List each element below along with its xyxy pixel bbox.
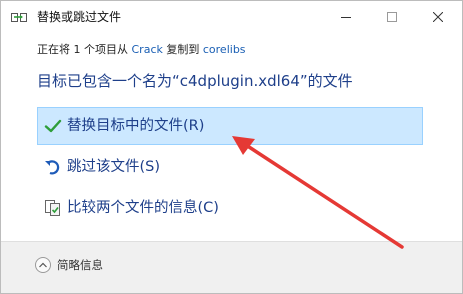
replace-or-skip-dialog: 替换或跳过文件 正在将 1 个项目从 Crack 复制到 corelibs 目标… bbox=[0, 0, 463, 294]
window-title: 替换或跳过文件 bbox=[37, 10, 122, 24]
close-button[interactable] bbox=[415, 1, 461, 31]
compare-files-icon bbox=[44, 199, 62, 217]
skip-option-label: 跳过该文件(S) bbox=[67, 159, 161, 175]
destination-folder-link[interactable]: corelibs bbox=[203, 43, 246, 56]
copy-info: 正在将 1 个项目从 Crack 复制到 corelibs bbox=[37, 42, 246, 57]
conflict-heading: 目标已包含一个名为“c4dplugin.xdl64”的文件 bbox=[37, 72, 353, 90]
title-bar[interactable]: 替换或跳过文件 bbox=[1, 1, 462, 33]
compare-option-label: 比较两个文件的信息(C) bbox=[67, 200, 219, 216]
fewer-details-label: 简略信息 bbox=[57, 258, 103, 272]
replace-option[interactable]: 替换目标中的文件(R) bbox=[37, 107, 423, 145]
skip-option[interactable]: 跳过该文件(S) bbox=[37, 148, 423, 186]
source-folder-link[interactable]: Crack bbox=[132, 43, 163, 56]
fewer-details-button[interactable]: 简略信息 bbox=[35, 257, 103, 273]
info-middle: 复制到 bbox=[162, 43, 203, 56]
info-prefix: 正在将 1 个项目从 bbox=[37, 43, 132, 56]
check-icon bbox=[44, 117, 62, 135]
compare-option[interactable]: 比较两个文件的信息(C) bbox=[37, 189, 423, 227]
maximize-button[interactable] bbox=[369, 1, 415, 31]
skip-icon bbox=[44, 158, 62, 176]
replace-option-label: 替换目标中的文件(R) bbox=[67, 118, 205, 134]
copy-file-icon bbox=[11, 10, 27, 24]
minimize-icon bbox=[341, 7, 351, 26]
minimize-button[interactable] bbox=[323, 1, 369, 31]
dialog-footer: 简略信息 bbox=[1, 241, 462, 293]
close-icon bbox=[432, 7, 444, 26]
maximize-icon bbox=[387, 7, 397, 26]
chevron-up-icon bbox=[35, 257, 51, 273]
